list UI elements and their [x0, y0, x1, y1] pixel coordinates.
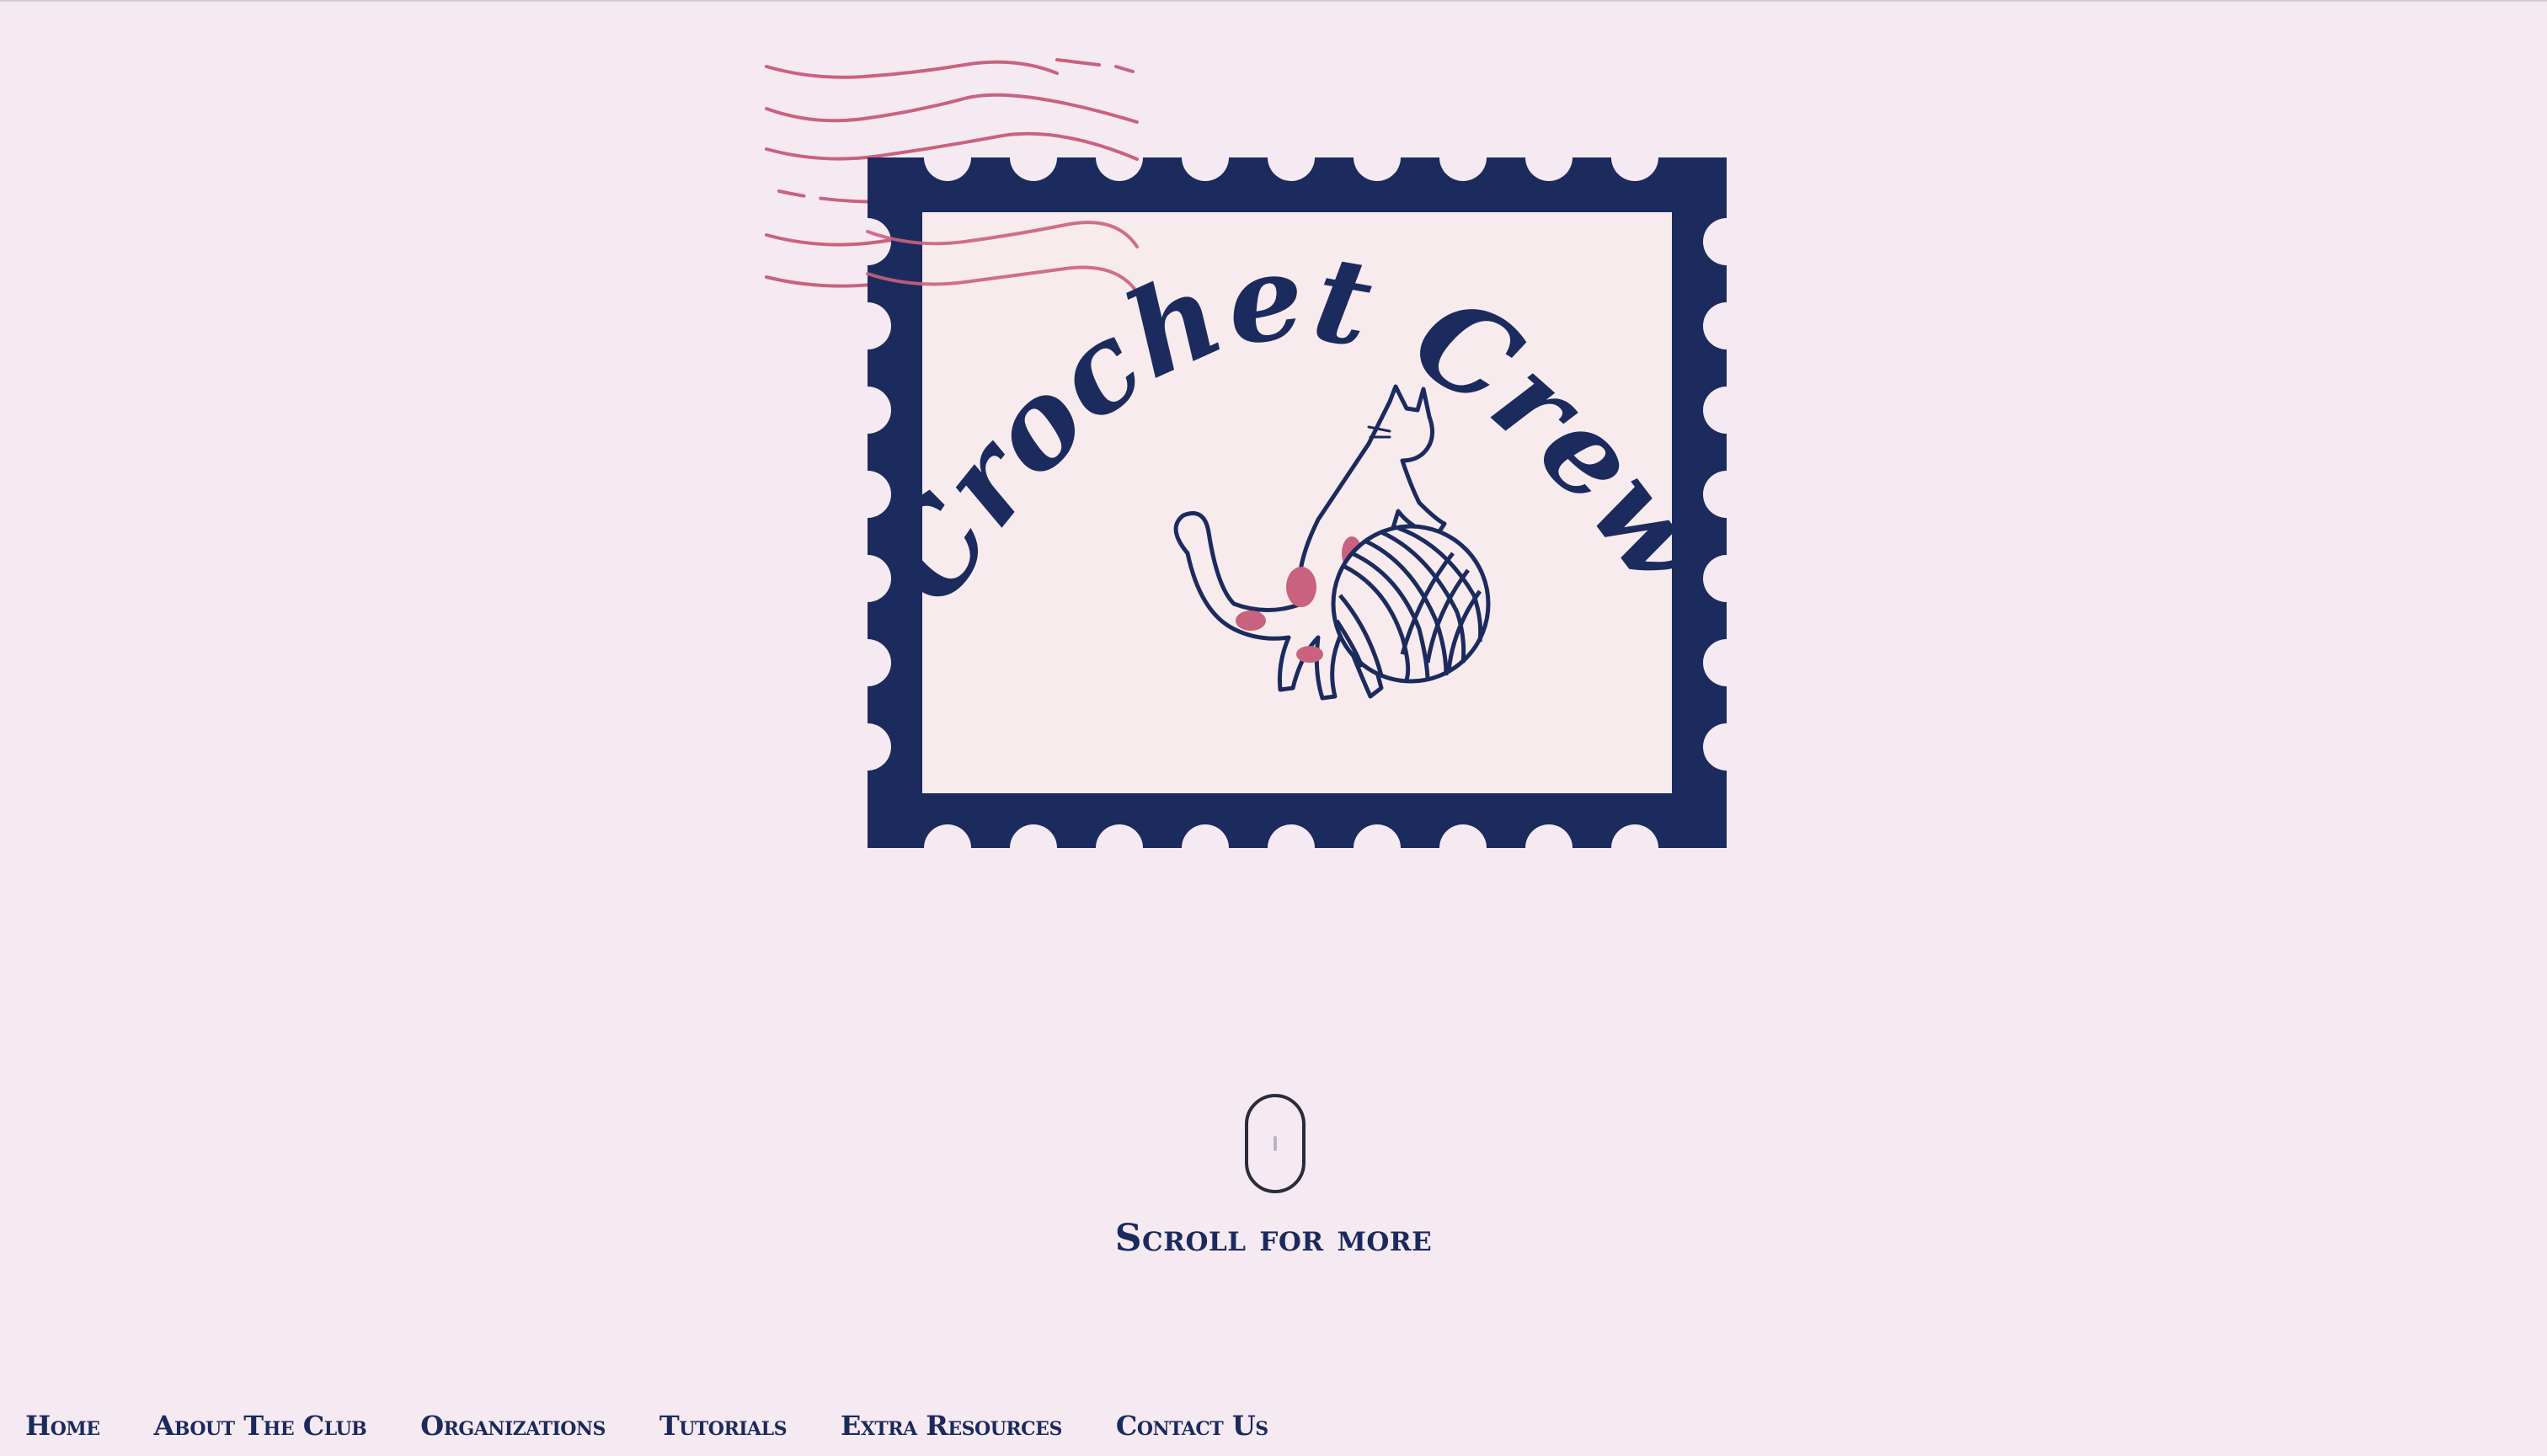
nav-tutorials[interactable]: Tutorials — [659, 1410, 788, 1442]
nav-about-the-club[interactable]: About The Club — [154, 1410, 367, 1442]
main-navigation: Home About The Club Organizations Tutori… — [25, 1410, 1268, 1442]
nav-contact-us[interactable]: Contact Us — [1116, 1410, 1268, 1442]
nav-home[interactable]: Home — [25, 1410, 100, 1442]
page: Crochet Crew Scroll for more Home About … — [0, 0, 2547, 1456]
yarn-ball-illustration — [1331, 524, 1491, 684]
mouse-scroll-icon — [1245, 1094, 1306, 1193]
nav-extra-resources[interactable]: Extra Resources — [841, 1410, 1062, 1442]
nav-organizations[interactable]: Organizations — [420, 1410, 606, 1442]
crochet-crew-logo: Crochet Crew — [762, 48, 1731, 856]
scroll-for-more-label: Scroll for more — [1114, 1217, 1433, 1260]
mouse-wheel — [1274, 1136, 1277, 1151]
